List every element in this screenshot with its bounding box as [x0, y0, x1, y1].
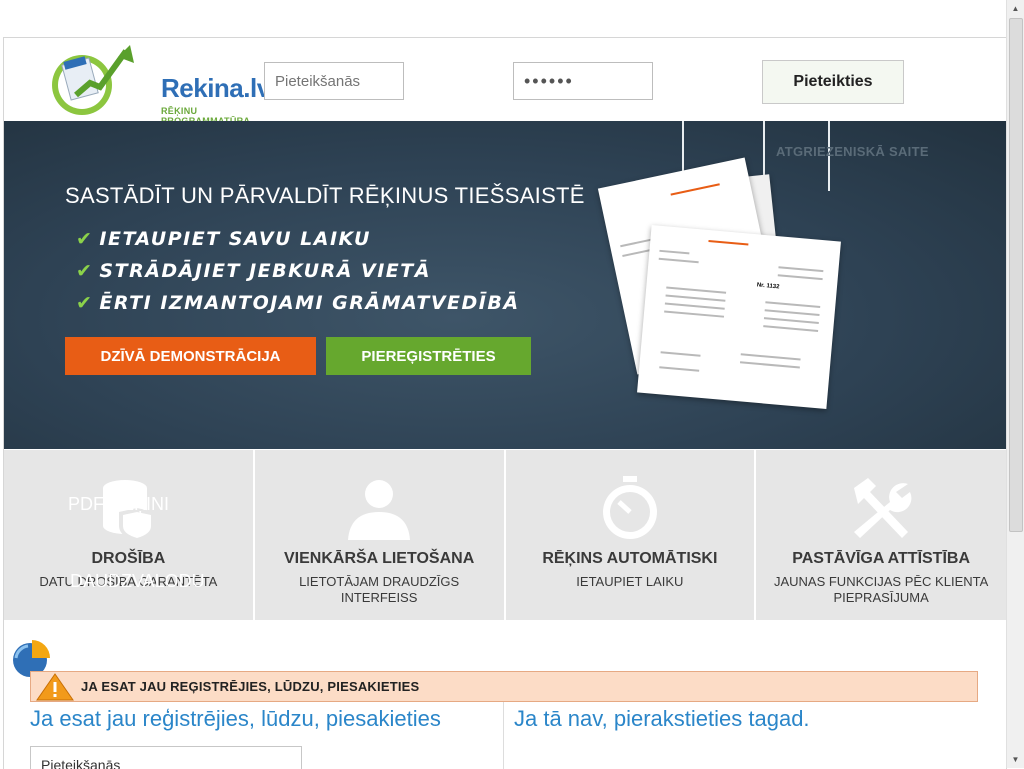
invoice-number: Nr. 1132 — [756, 282, 780, 291]
ghost-pdf-text: PDF RĒĶINI — [68, 494, 170, 514]
section-divider — [503, 702, 504, 769]
feature-title: PASTĀVĪGA ATTĪSTĪBA — [792, 550, 971, 567]
live-demo-button[interactable]: DZĪVĀ DEMONSTRĀCIJA — [65, 337, 316, 375]
hero-feature: ✔ STRĀDĀJIET JEBKURĀ VIETĀ — [76, 260, 431, 282]
feature-title: DROŠĪBA — [91, 550, 166, 567]
feature-security: PDF RĒĶINI DROŠĪBA DATU DROŠĪBA GARANTĒT… — [4, 450, 255, 620]
hero-banner: ATGRIEZENISKĀ SAITE SASTĀDĪT UN PĀRVALDĪ… — [4, 121, 1006, 449]
tools-icon — [854, 478, 912, 538]
check-icon: ✔ — [76, 228, 94, 250]
feedback-link[interactable]: ATGRIEZENISKĀ SAITE — [776, 144, 929, 159]
feature-usability: VIENKĀRŠA LIETOŠANA LIETOTĀJAM DRAUDZĪGS… — [254, 450, 506, 620]
hero-feature: ✔ IETAUPIET SAVU LAIKU — [76, 228, 371, 250]
logo[interactable]: Rekina.lv RĒĶINU PROGRAMMATŪRA — [46, 43, 271, 126]
feature-auto-invoice: RĒĶINS AUTOMĀTISKI IETAUPIET LAIKU — [505, 450, 757, 620]
feature-description: LIETOTĀJAM DRAUDZĪGS INTERFEISS — [299, 574, 460, 605]
feature-description: IETAUPIET LAIKU — [576, 574, 684, 589]
username-input[interactable] — [264, 62, 404, 100]
ghost-sub-text: DAUDZVALODU — [70, 571, 205, 591]
login-heading: Ja esat jau reģistrējies, lūdzu, piesaki… — [30, 706, 441, 731]
scrollbar-thumb[interactable] — [1009, 18, 1023, 532]
warning-banner: JA ESAT JAU REĢISTRĒJIES, LŪDZU, PIESAKI… — [30, 671, 978, 702]
stopwatch-icon — [602, 476, 657, 539]
check-icon: ✔ — [76, 260, 94, 282]
logo-text: Rekina.lv — [161, 73, 271, 103]
register-heading[interactable]: Ja tā nav, pierakstieties tagad. — [514, 706, 810, 732]
feature-development: PASTĀVĪGA ATTĪSTĪBA JAUNAS FUNKCIJAS PĒC… — [756, 450, 1006, 620]
user-icon — [348, 480, 411, 540]
feature-description: JAUNAS FUNKCIJAS PĒC KLIENTA PIEPRASĪJUM… — [773, 574, 989, 605]
features-section: PDF RĒĶINI DROŠĪBA DATU DROŠĪBA GARANTĒT… — [4, 450, 1006, 620]
page-container: Rekina.lv RĒĶINU PROGRAMMATŪRA Pieteikti… — [3, 37, 1007, 769]
password-input[interactable] — [513, 62, 653, 100]
check-icon: ✔ — [76, 292, 94, 314]
login-username-field[interactable]: Pieteikšanās — [30, 746, 302, 769]
feature-title: RĒĶINS AUTOMĀTISKI — [542, 550, 718, 567]
warning-text: JA ESAT JAU REĢISTRĒJIES, LŪDZU, PIESAKI… — [81, 679, 420, 694]
scroll-up-arrow-icon[interactable]: ▲ — [1007, 0, 1024, 17]
scroll-down-arrow-icon[interactable]: ▼ — [1007, 751, 1024, 768]
invoice-image-front: Nr. 1132 — [637, 225, 841, 409]
login-button[interactable]: Pieteikties — [762, 60, 904, 104]
hero-title: SASTĀDĪT UN PĀRVALDĪT RĒĶINUS TIEŠSAISTĒ — [65, 183, 585, 208]
vertical-scrollbar[interactable]: ▲ ▼ — [1006, 0, 1024, 768]
hero-feature: ✔ ĒRTI IZMANTOJAMI GRĀMATVEDĪBĀ — [76, 292, 520, 314]
warning-icon — [36, 672, 74, 700]
feature-title: VIENKĀRŠA LIETOŠANA — [284, 550, 475, 567]
register-button[interactable]: PIEREĢISTRĒTIES — [326, 337, 531, 375]
